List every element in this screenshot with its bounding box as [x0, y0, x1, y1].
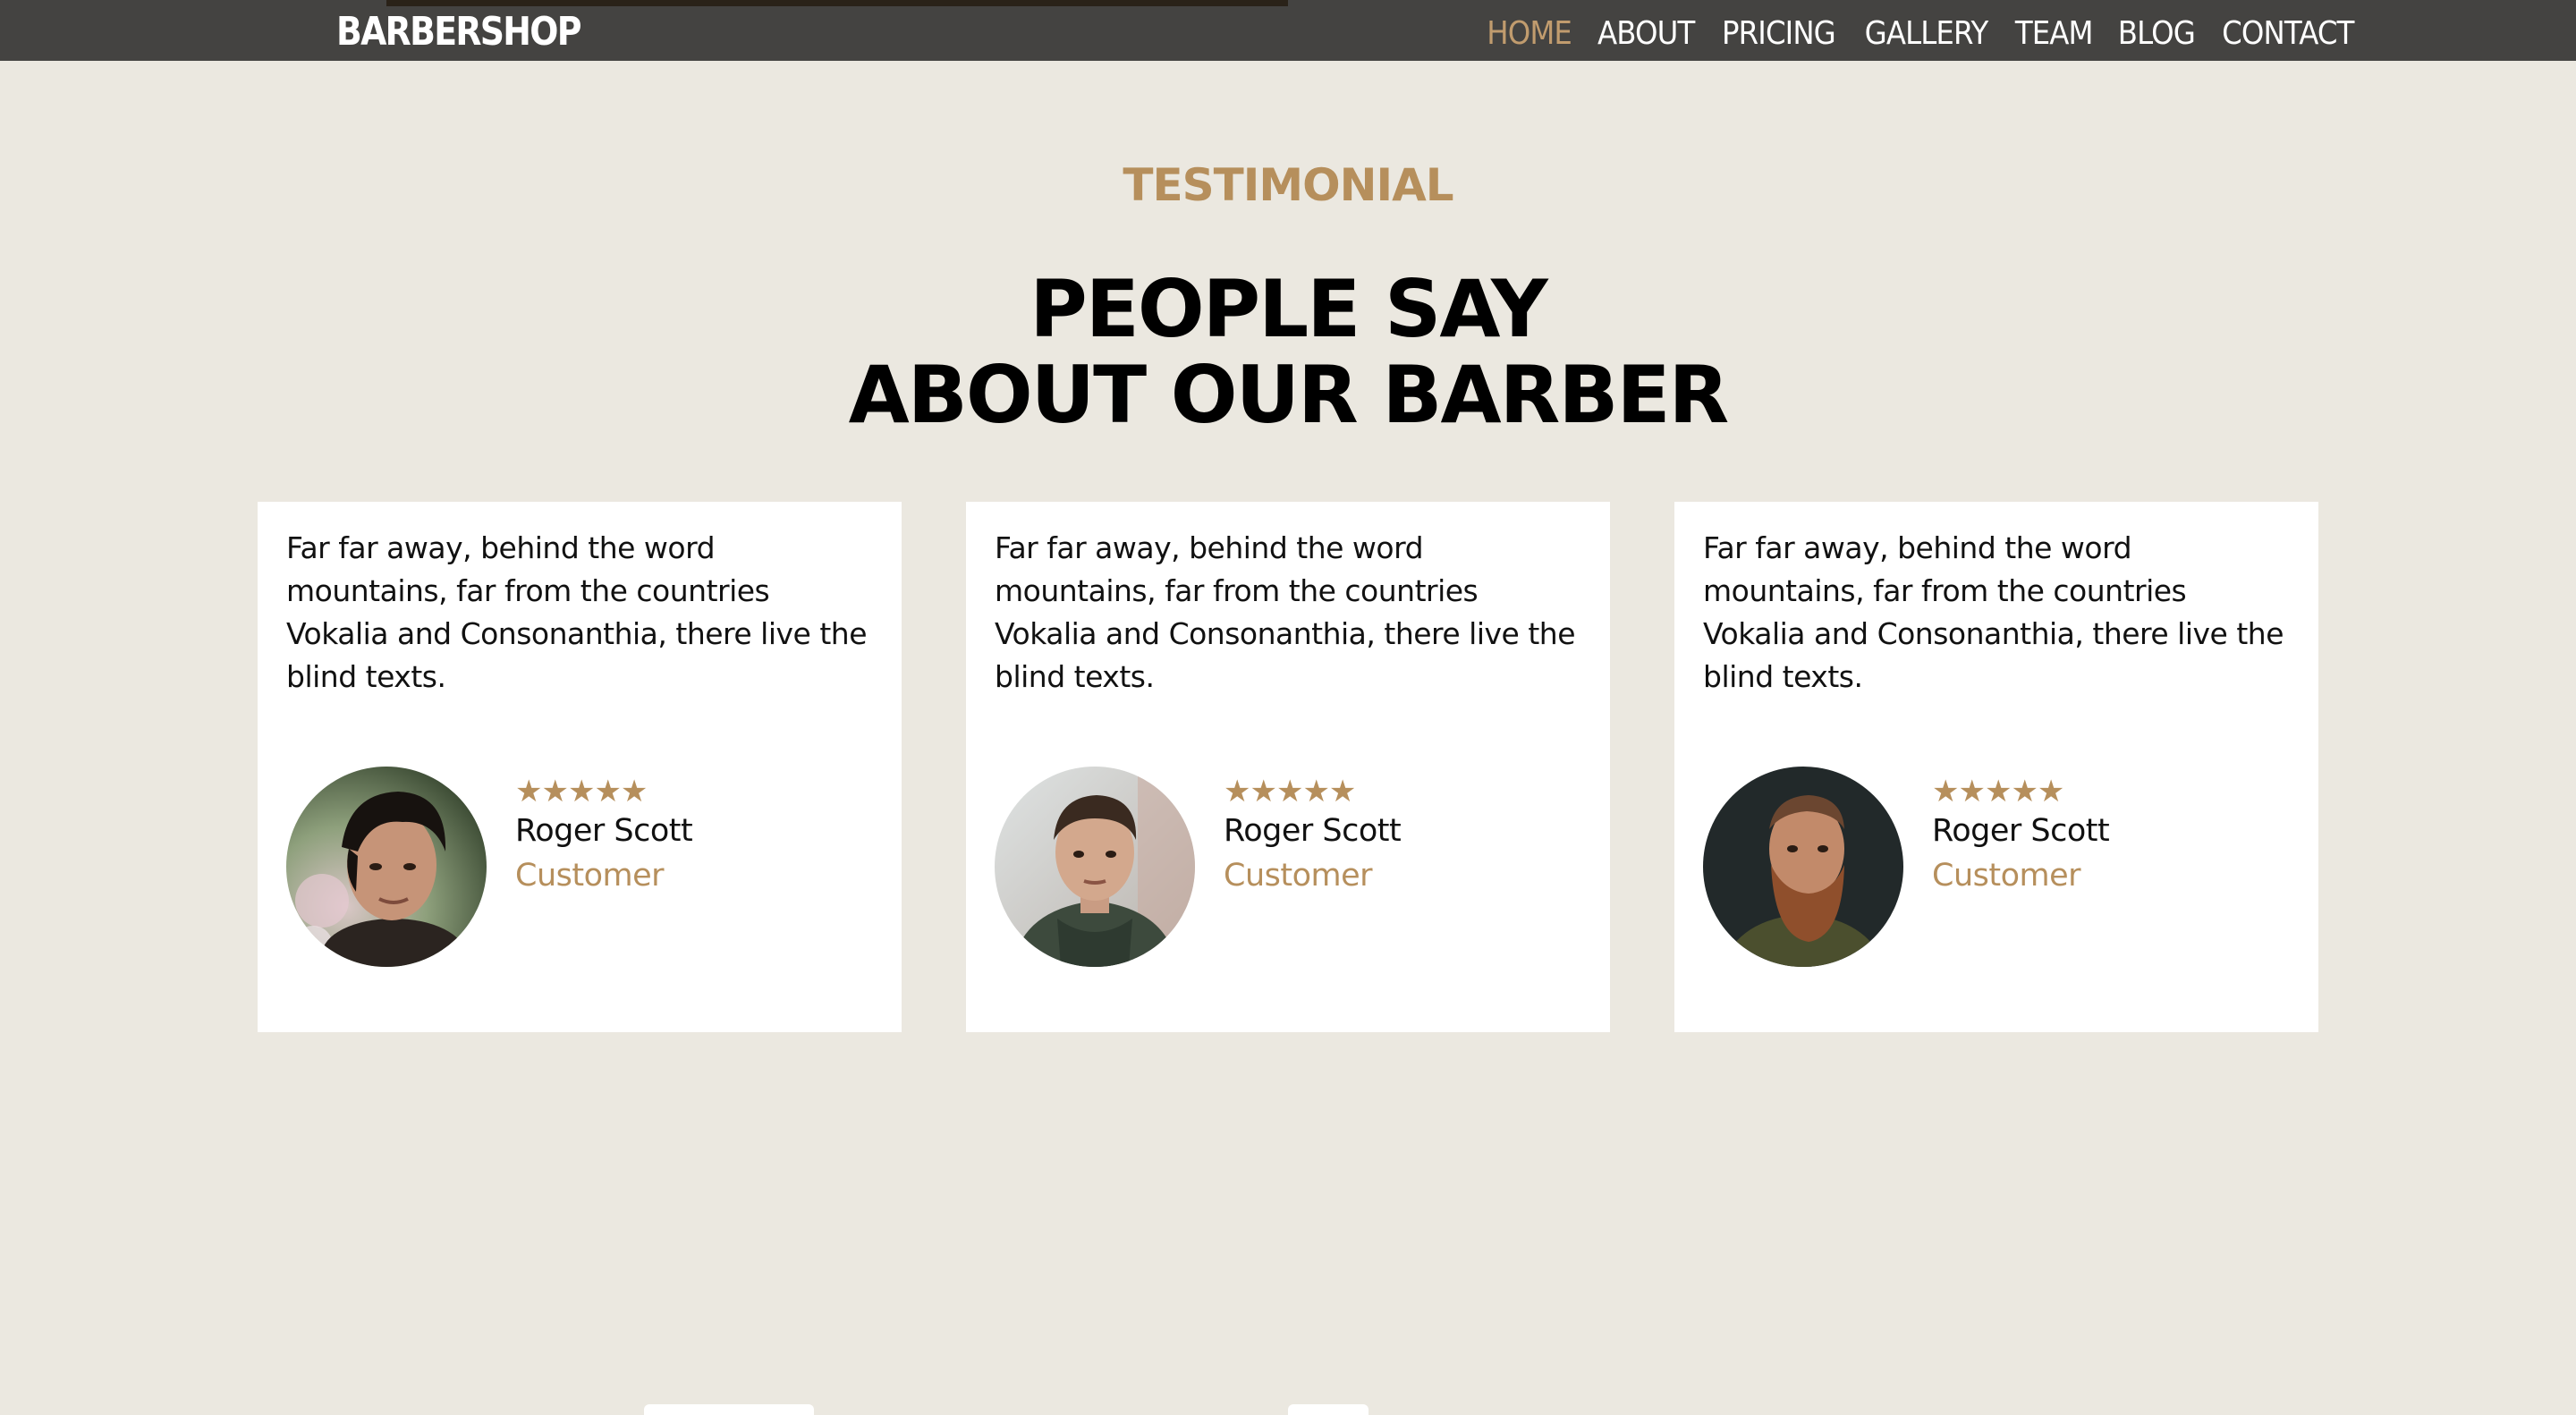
- nav-menu: HOME ABOUT PRICING GALLERY TEAM BLOG CON…: [1482, 9, 2361, 59]
- avatar: [286, 767, 487, 967]
- avatar-photo-young-man-hoodie: [995, 767, 1195, 967]
- reviewer-name: Roger Scott: [1224, 813, 1402, 849]
- nav-item-team[interactable]: TEAM: [2015, 9, 2094, 59]
- nav-item-about[interactable]: ABOUT: [1597, 9, 1695, 59]
- reviewer-role: Customer: [1932, 858, 2081, 894]
- reviewer-role: Customer: [1224, 858, 1373, 894]
- footer-headings-cut-off: [0, 1404, 2576, 1415]
- rating-stars: ★★★★★: [515, 774, 648, 809]
- navbar: BARBERSHOP HOME ABOUT PRICING GALLERY TE…: [0, 0, 2576, 61]
- nav-item-gallery[interactable]: GALLERY: [1865, 9, 1989, 59]
- nav-item-pricing[interactable]: PRICING: [1722, 9, 1836, 59]
- reviewer-name: Roger Scott: [515, 813, 693, 849]
- nav-item-home[interactable]: HOME: [1487, 9, 1572, 59]
- testimonial-text: Far far away, behind the word mountains,…: [286, 530, 868, 694]
- rating-stars: ★★★★★: [1932, 774, 2064, 809]
- avatar: [1703, 767, 1903, 967]
- reviewer-role: Customer: [515, 858, 665, 894]
- hero-image-edge: [386, 0, 1288, 6]
- avatar: [995, 767, 1195, 967]
- nav-item-contact[interactable]: CONTACT: [2222, 9, 2354, 59]
- testimonial-card: Far far away, behind the word mountains,…: [1674, 502, 2318, 1032]
- testimonial-text: Far far away, behind the word mountains,…: [1703, 530, 2284, 694]
- testimonial-section: TESTIMONIAL PEOPLE SAY ABOUT OUR BARBER …: [0, 61, 2576, 1415]
- footer-heading-fragment: [1288, 1404, 1368, 1415]
- testimonial-text: Far far away, behind the word mountains,…: [995, 530, 1576, 694]
- avatar-photo-bearded-man: [1703, 767, 1903, 967]
- section-subheading: TESTIMONIAL: [1123, 159, 1453, 211]
- nav-item-blog[interactable]: BLOG: [2117, 9, 2195, 59]
- rating-stars: ★★★★★: [1224, 774, 1356, 809]
- brand-logo[interactable]: BARBERSHOP: [336, 7, 581, 57]
- section-heading-line-2: ABOUT OUR BARBER: [848, 349, 1730, 441]
- reviewer-name: Roger Scott: [1932, 813, 2110, 849]
- testimonial-card: Far far away, behind the word mountains,…: [966, 502, 1610, 1032]
- section-heading-line-1: PEOPLE SAY: [1030, 263, 1548, 355]
- section-heading: PEOPLE SAY ABOUT OUR BARBER: [0, 267, 2576, 438]
- avatar-photo-young-man: [286, 767, 487, 967]
- testimonial-card: Far far away, behind the word mountains,…: [258, 502, 902, 1032]
- footer-heading-fragment: [644, 1404, 814, 1415]
